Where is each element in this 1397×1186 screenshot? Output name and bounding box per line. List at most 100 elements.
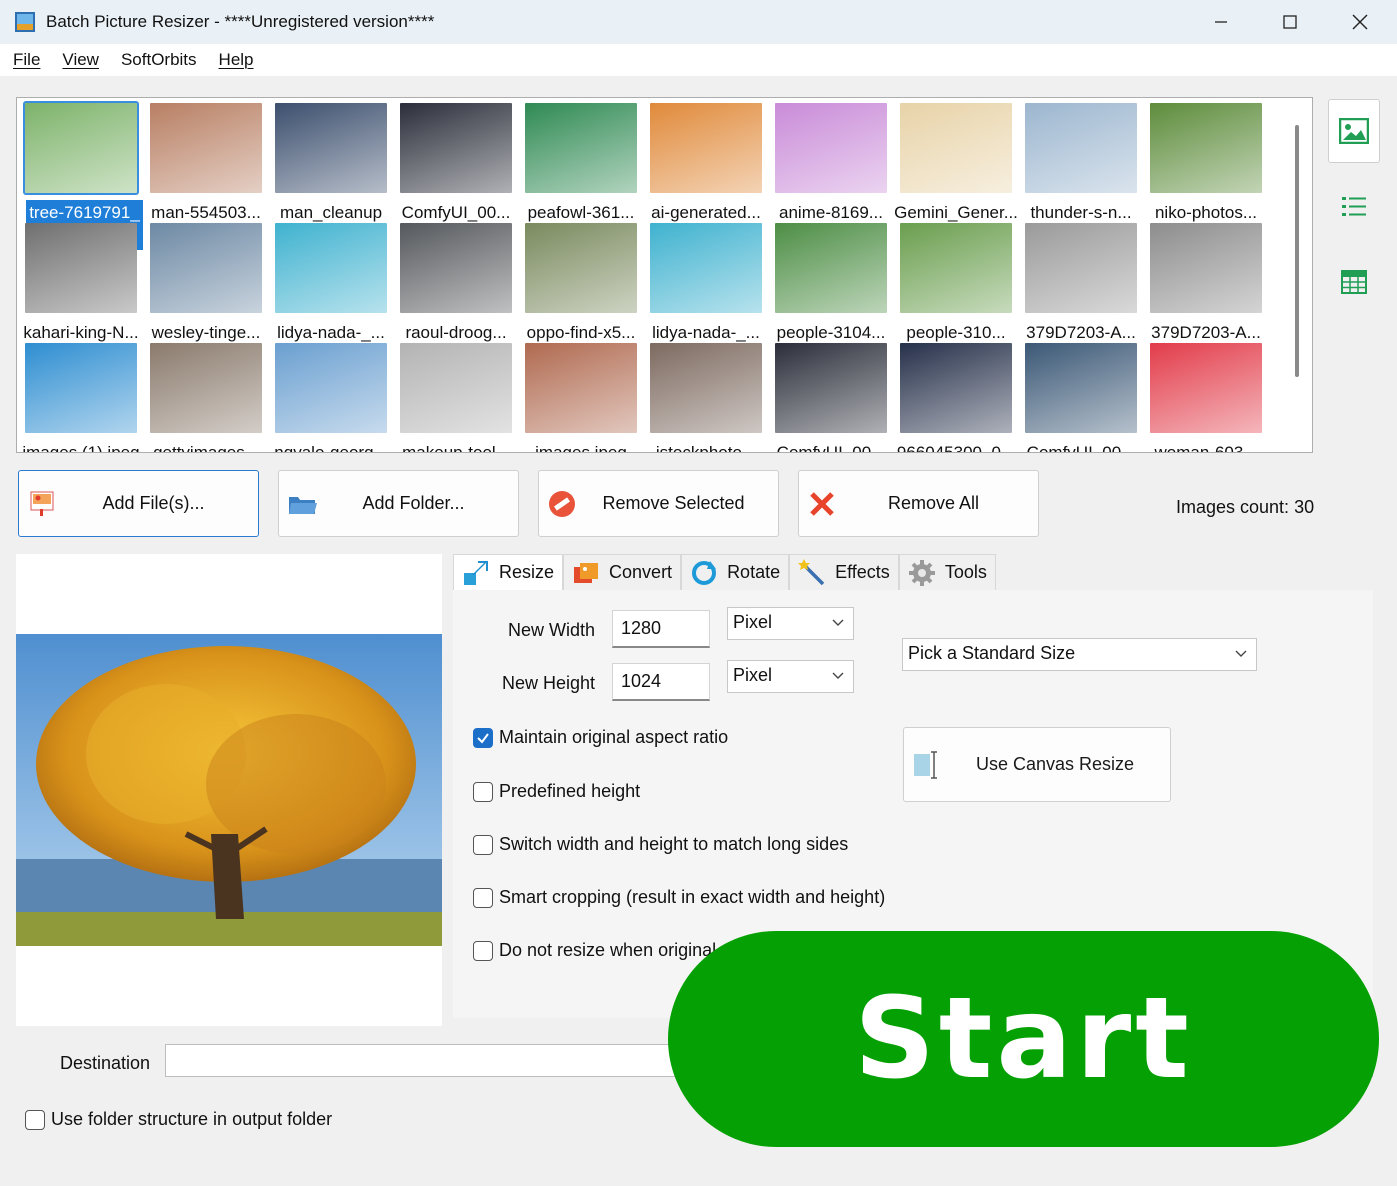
thumbnail-label: images.jpeg bbox=[519, 440, 643, 452]
canvas-resize-label: Use Canvas Resize bbox=[975, 754, 1135, 774]
add-file-icon bbox=[30, 491, 54, 516]
tab-convert[interactable]: Convert bbox=[563, 554, 682, 590]
remove-selected-button[interactable]: Remove Selected bbox=[538, 470, 779, 537]
list-view-button[interactable] bbox=[1328, 175, 1380, 239]
magic-wand-icon bbox=[798, 558, 825, 585]
thumbnail-image bbox=[1150, 343, 1262, 433]
menu-view[interactable]: View bbox=[62, 50, 99, 70]
predefined-height-label: Predefined height bbox=[499, 781, 641, 801]
maintain-aspect-checkbox[interactable]: Maintain original aspect ratio bbox=[473, 727, 728, 748]
thumbnail-view-button[interactable] bbox=[1328, 99, 1380, 163]
tab-rotate[interactable]: Rotate bbox=[681, 554, 790, 590]
thumbnail-item[interactable]: images (1).jpeg bbox=[19, 339, 143, 452]
thumbnail-label: ComfyUI_00... bbox=[1019, 440, 1143, 453]
add-folder-button[interactable]: Add Folder... bbox=[278, 470, 519, 537]
thumbnail-image bbox=[400, 103, 512, 193]
start-button[interactable]: Start bbox=[668, 931, 1379, 1147]
chevron-down-icon bbox=[832, 619, 844, 626]
do-not-resize-label: Do not resize when original bbox=[499, 940, 717, 960]
thumbnail-label: images (1).jpeg bbox=[19, 440, 143, 452]
new-height-label: New Height bbox=[501, 673, 595, 693]
smart-cropping-checkbox[interactable]: Smart cropping (result in exact width an… bbox=[473, 887, 885, 908]
thumbnail-item[interactable]: woman-603... bbox=[1144, 339, 1268, 452]
standard-size-select[interactable]: Pick a Standard Size bbox=[902, 638, 1257, 671]
checkbox-unchecked[interactable] bbox=[25, 1109, 45, 1130]
standard-size-value: Pick a Standard Size bbox=[908, 643, 1076, 663]
tab-resize[interactable]: Resize bbox=[453, 554, 564, 590]
remove-all-icon bbox=[810, 492, 834, 516]
maximize-icon bbox=[1283, 15, 1297, 29]
thumbnail-item[interactable]: makeup-tool... bbox=[394, 339, 518, 452]
new-width-label: New Width bbox=[507, 620, 595, 640]
thumbnail-image bbox=[525, 103, 637, 193]
thumbnail-item[interactable]: 966045300_0... bbox=[894, 339, 1018, 453]
checkbox-unchecked[interactable] bbox=[473, 781, 493, 802]
thumbnail-item[interactable]: ComfyUI_00... bbox=[1019, 339, 1143, 453]
thumbnail-item[interactable]: images.jpeg bbox=[519, 339, 643, 452]
predefined-height-checkbox[interactable]: Predefined height bbox=[473, 781, 640, 802]
thumbnail-image bbox=[150, 343, 262, 433]
smart-cropping-label: Smart cropping (result in exact width an… bbox=[499, 887, 886, 907]
switch-sides-checkbox[interactable]: Switch width and height to match long si… bbox=[473, 834, 848, 855]
list-view-icon bbox=[1342, 197, 1366, 216]
thumbnail-label: istockphoto... bbox=[644, 440, 768, 453]
thumbnail-image bbox=[775, 223, 887, 313]
canvas-resize-button[interactable]: Use Canvas Resize bbox=[903, 727, 1171, 802]
thumbnail-image bbox=[275, 103, 387, 193]
remove-all-button[interactable]: Remove All bbox=[798, 470, 1039, 537]
menu-file[interactable]: File bbox=[13, 50, 40, 70]
folder-structure-checkbox[interactable]: Use folder structure in output folder bbox=[25, 1109, 332, 1130]
window-title: Batch Picture Resizer - ****Unregistered… bbox=[46, 12, 435, 31]
minimize-icon bbox=[1215, 21, 1227, 23]
thumbnail-image bbox=[1025, 223, 1137, 313]
add-files-button[interactable]: Add File(s)... bbox=[18, 470, 259, 537]
checkbox-unchecked[interactable] bbox=[473, 834, 493, 855]
thumbnail-item[interactable]: gettyimages... bbox=[144, 339, 268, 452]
tab-resize-label: Resize bbox=[499, 562, 555, 582]
close-button[interactable] bbox=[1325, 0, 1395, 44]
thumbnail-image bbox=[525, 223, 637, 313]
do-not-resize-checkbox[interactable]: Do not resize when original bbox=[473, 940, 716, 961]
maximize-button[interactable] bbox=[1255, 0, 1325, 44]
thumbnail-scrollbar[interactable] bbox=[1295, 125, 1299, 377]
thumbnail-item[interactable]: ComfyUI_00... bbox=[769, 339, 893, 452]
rotate-icon bbox=[692, 560, 717, 585]
start-label: Start bbox=[854, 974, 1193, 1104]
thumbnail-label-line1: istockphoto... bbox=[655, 443, 757, 453]
thumbnail-image bbox=[775, 343, 887, 433]
thumbnail-item[interactable]: nqvalo-georg... bbox=[269, 339, 393, 453]
maintain-aspect-label: Maintain original aspect ratio bbox=[499, 727, 729, 747]
new-width-input[interactable] bbox=[612, 610, 710, 648]
height-unit-value: Pixel bbox=[733, 665, 773, 685]
height-unit-select[interactable]: Pixel bbox=[727, 660, 854, 693]
menu-help[interactable]: Help bbox=[219, 50, 254, 70]
width-unit-value: Pixel bbox=[733, 612, 773, 632]
checkbox-checked[interactable] bbox=[473, 727, 493, 748]
thumbnail-label: ComfyUI_00... bbox=[769, 440, 893, 452]
tab-effects[interactable]: Effects bbox=[789, 554, 899, 590]
thumbnail-image bbox=[150, 103, 262, 193]
thumbnail-label-line1: ComfyUI_00... bbox=[1026, 443, 1136, 453]
grid-view-button[interactable] bbox=[1328, 250, 1380, 314]
thumbnail-label: makeup-tool... bbox=[394, 440, 518, 452]
thumbnail-image bbox=[150, 223, 262, 313]
tab-tools[interactable]: Tools bbox=[898, 554, 996, 590]
new-height-input[interactable] bbox=[612, 663, 710, 701]
thumbnail-list[interactable]: tree-7619791_1920.jpgman-554503...(2).jp… bbox=[16, 97, 1313, 453]
menu-softorbits[interactable]: SoftOrbits bbox=[121, 50, 197, 70]
preview-panel bbox=[16, 554, 442, 1026]
width-unit-select[interactable]: Pixel bbox=[727, 607, 854, 640]
checkbox-unchecked[interactable] bbox=[473, 887, 493, 908]
thumbnail-item[interactable]: istockphoto... bbox=[644, 339, 768, 453]
thumbnail-image bbox=[25, 223, 137, 313]
minimize-button[interactable] bbox=[1186, 0, 1256, 44]
thumbnail-image bbox=[25, 343, 137, 433]
checkbox-unchecked[interactable] bbox=[473, 940, 493, 961]
thumbnail-image bbox=[400, 343, 512, 433]
thumbnail-image bbox=[650, 103, 762, 193]
thumbnail-label-line1: 966045300_0... bbox=[896, 443, 1016, 453]
tab-convert-label: Convert bbox=[609, 562, 673, 582]
grid-view-icon bbox=[1341, 270, 1367, 294]
thumbnail-label-line1: nqvalo-georg... bbox=[274, 443, 388, 453]
tab-rotate-label: Rotate bbox=[727, 562, 781, 582]
